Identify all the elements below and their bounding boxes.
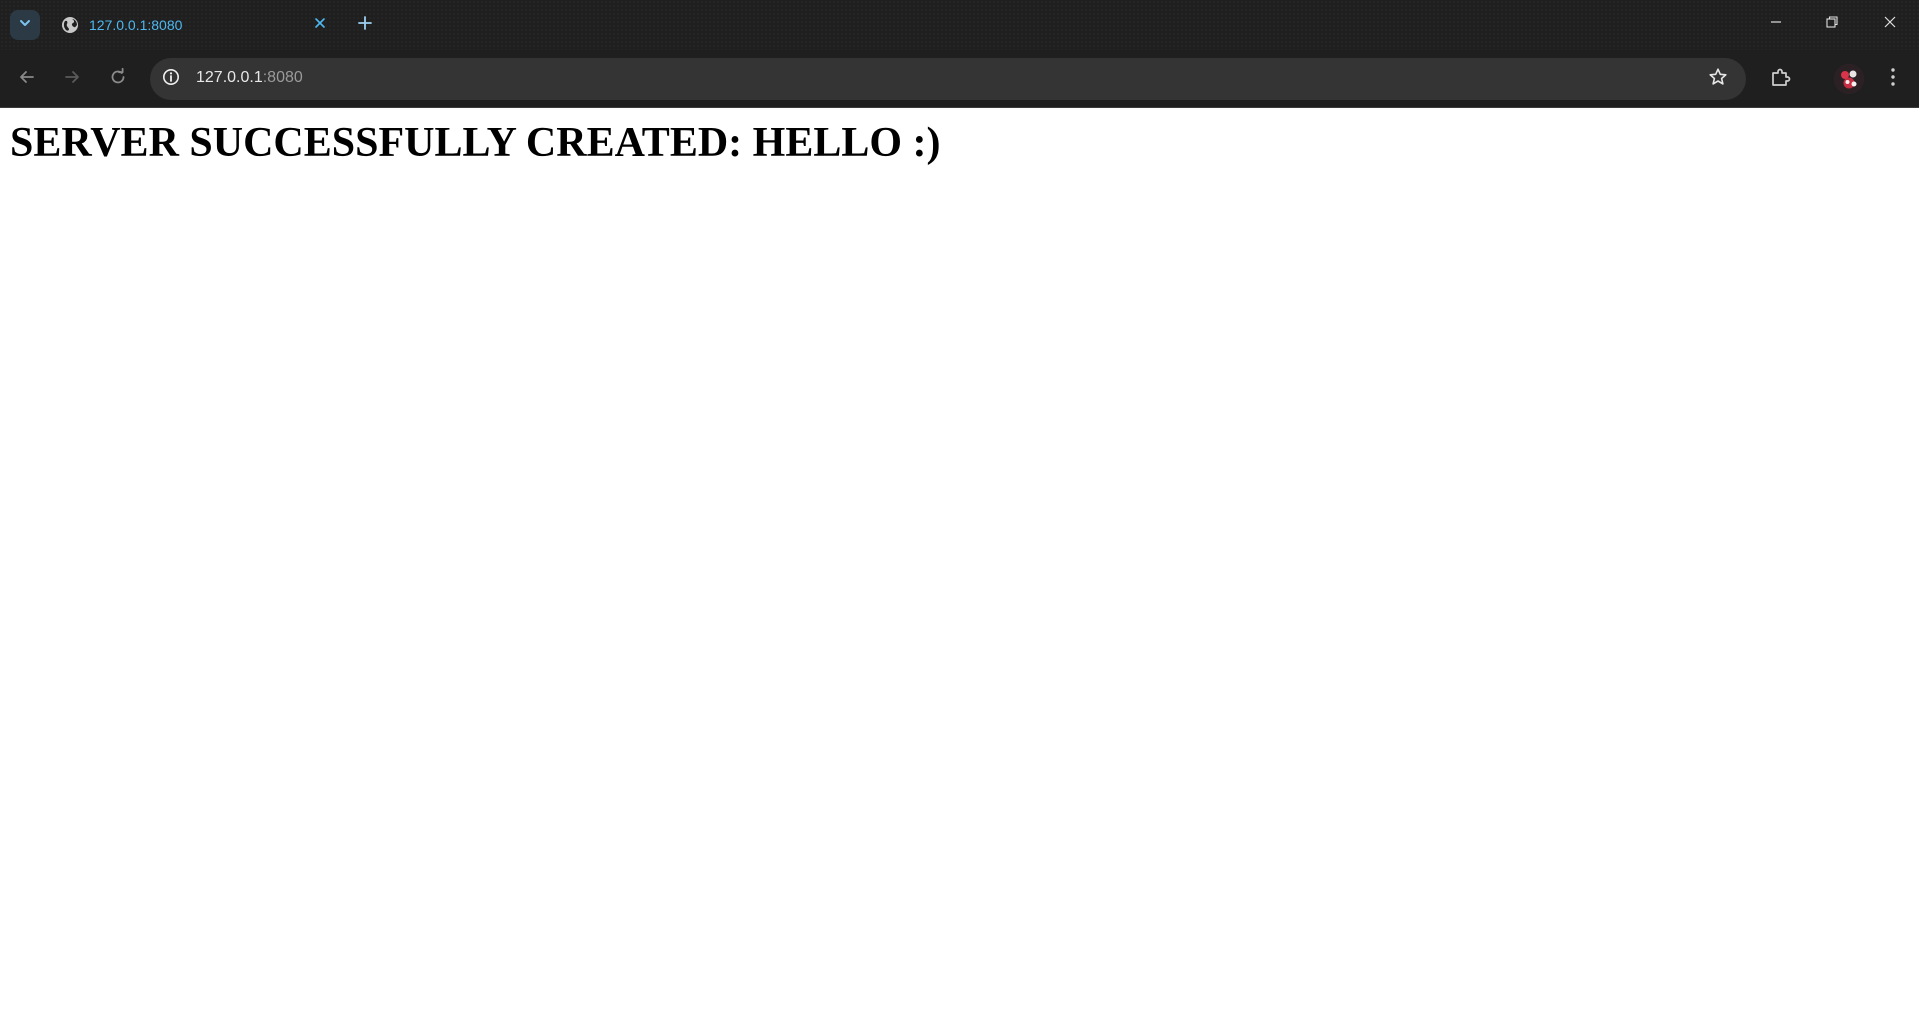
page-heading: SERVER SUCCESSFULLY CREATED: HELLO :) <box>10 120 941 166</box>
minimize-button[interactable] <box>1752 6 1800 42</box>
url-text: 127.0.0.1:8080 <box>196 69 303 87</box>
kebab-menu-icon <box>1890 67 1896 92</box>
plus-icon <box>357 15 373 36</box>
forward-button[interactable] <box>57 64 87 94</box>
new-tab-button[interactable] <box>352 12 378 38</box>
tab-close-button[interactable] <box>310 15 330 35</box>
url-port: :8080 <box>262 69 303 86</box>
site-info-button[interactable] <box>160 68 182 90</box>
close-window-button[interactable] <box>1866 6 1914 42</box>
close-icon <box>1883 15 1897 34</box>
url-host: 127.0.0.1 <box>196 69 263 86</box>
info-icon <box>162 68 180 91</box>
back-button[interactable] <box>12 64 42 94</box>
restore-icon <box>1825 15 1839 34</box>
tab-strip: 127.0.0.1:8080 <box>0 0 1919 50</box>
puzzle-icon <box>1770 66 1792 93</box>
bookmark-button[interactable] <box>1706 67 1730 91</box>
page-viewport: SERVER SUCCESSFULLY CREATED: HELLO :) <box>0 108 1919 1011</box>
restore-button[interactable] <box>1808 6 1856 42</box>
reload-icon <box>109 67 127 91</box>
chevron-down-icon <box>18 16 32 35</box>
browser-window: 127.0.0.1:8080 127.0.0.1:8080 SERVER SUC… <box>0 0 1919 1011</box>
avatar[interactable] <box>1834 64 1864 94</box>
close-icon <box>314 16 326 34</box>
tab-search-button[interactable] <box>10 10 40 40</box>
tab-active[interactable]: 127.0.0.1:8080 <box>48 6 338 44</box>
arrow-right-icon <box>63 68 81 91</box>
star-icon <box>1708 67 1728 92</box>
arrow-left-icon <box>18 68 36 91</box>
reload-button[interactable] <box>103 64 133 94</box>
browser-menu-button[interactable] <box>1880 64 1906 94</box>
address-bar[interactable]: 127.0.0.1:8080 <box>150 58 1746 100</box>
globe-icon <box>61 16 79 34</box>
extensions-button[interactable] <box>1766 64 1796 94</box>
toolbar: 127.0.0.1:8080 <box>0 50 1919 108</box>
minimize-icon <box>1769 15 1783 34</box>
tab-title: 127.0.0.1:8080 <box>89 17 183 33</box>
